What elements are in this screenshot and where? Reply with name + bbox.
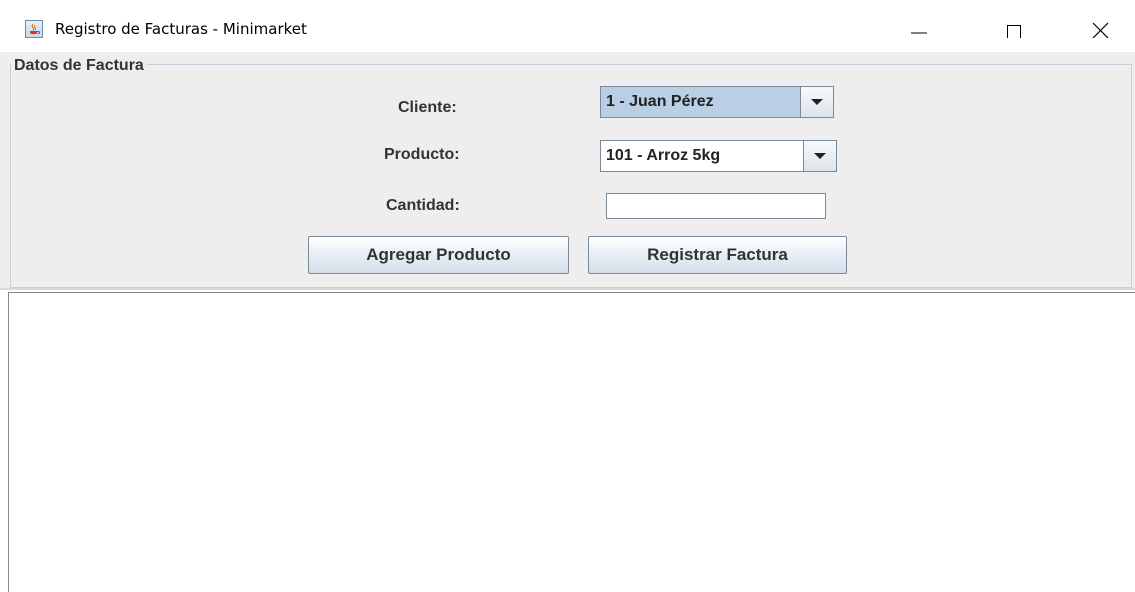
close-icon	[1092, 22, 1109, 38]
cliente-dropdown-button[interactable]	[800, 87, 833, 117]
app-window: Registro de Facturas - Minimarket Datos …	[0, 0, 1135, 592]
cliente-label: Cliente:	[398, 99, 457, 116]
register-invoice-button[interactable]: Registrar Factura	[588, 236, 847, 274]
cantidad-input[interactable]	[606, 193, 826, 219]
producto-label: Producto:	[384, 146, 460, 163]
producto-select[interactable]: 101 - Arroz 5kg	[600, 140, 837, 172]
minimize-button[interactable]	[896, 10, 942, 46]
group-legend: Datos de Factura	[11, 57, 147, 75]
cantidad-label: Cantidad:	[386, 197, 460, 214]
maximize-icon	[1007, 25, 1021, 38]
cliente-select[interactable]: 1 - Juan Pérez	[600, 86, 834, 118]
minimize-icon	[911, 32, 927, 34]
producto-dropdown-button[interactable]	[803, 141, 836, 171]
producto-selected-value: 101 - Arroz 5kg	[601, 141, 803, 171]
chevron-down-icon	[814, 153, 826, 159]
add-product-button[interactable]: Agregar Producto	[308, 236, 569, 274]
invoice-data-group	[10, 64, 1132, 288]
close-button[interactable]	[1078, 10, 1124, 46]
maximize-button[interactable]	[991, 10, 1037, 46]
chevron-down-icon	[811, 99, 823, 105]
window-title: Registro de Facturas - Minimarket	[55, 20, 307, 38]
invoice-text-area[interactable]	[8, 292, 1135, 592]
title-bar[interactable]: Registro de Facturas - Minimarket	[0, 0, 1135, 52]
java-cup-icon	[25, 20, 43, 38]
cliente-selected-value: 1 - Juan Pérez	[601, 87, 800, 117]
